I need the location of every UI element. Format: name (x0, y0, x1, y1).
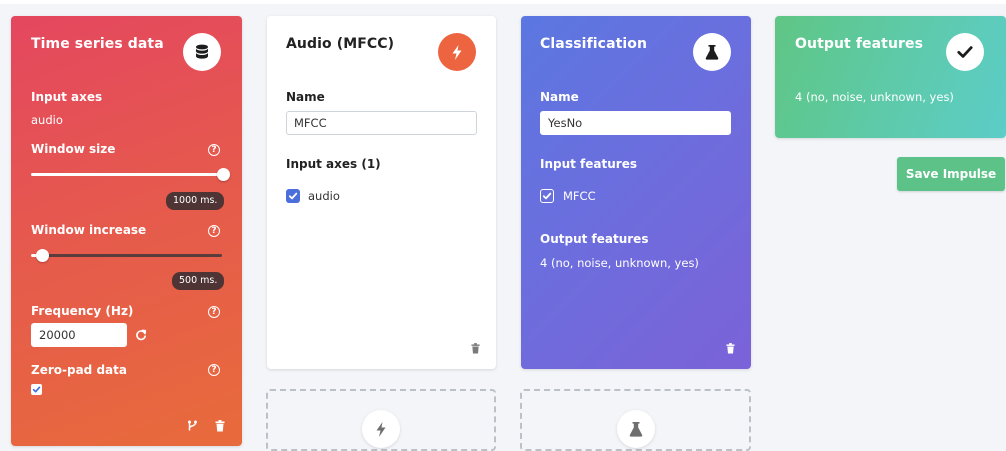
lightning-icon (376, 421, 386, 437)
trash-icon[interactable] (471, 343, 480, 354)
add-learning-block-placeholder[interactable] (520, 389, 751, 451)
input-axes-label: Input axes (31, 90, 103, 104)
add-processing-icon-circle[interactable] (362, 410, 400, 448)
database-icon (196, 44, 208, 59)
add-learning-icon-circle[interactable] (617, 410, 655, 448)
learning-output-features-label: Output features (540, 232, 649, 246)
lightning-icon (452, 44, 462, 60)
frequency-help-icon[interactable]: ? (208, 306, 220, 318)
learning-block-card: Classification Name YesNo Input features… (521, 16, 751, 369)
check-icon (32, 386, 41, 393)
processing-name-label: Name (286, 90, 325, 104)
mfcc-feature-checkbox[interactable] (540, 189, 554, 203)
check-icon-circle (946, 33, 984, 71)
trash-icon[interactable] (726, 343, 735, 354)
audio-axis-label: audio (308, 189, 340, 203)
frequency-label: Frequency (Hz) (31, 304, 134, 318)
fork-icon[interactable] (187, 420, 198, 432)
lightning-icon-circle (438, 33, 476, 71)
mfcc-feature-label: MFCC (563, 189, 596, 203)
add-processing-block-placeholder[interactable] (266, 389, 496, 451)
trash-icon[interactable] (215, 420, 225, 432)
window-size-label: Window size (31, 142, 116, 156)
window-size-slider-handle[interactable] (217, 168, 230, 181)
processing-title: Audio (MFCC) (286, 36, 395, 52)
window-increase-slider-handle[interactable] (36, 249, 49, 262)
database-icon-circle (183, 33, 221, 71)
time-series-card: Time series data Input axes audio Window… (11, 16, 242, 446)
output-features-card: Output features 4 (no, noise, unknown, y… (775, 16, 1006, 138)
window-increase-slider[interactable] (31, 254, 222, 257)
processing-name-input[interactable]: MFCC (286, 111, 477, 135)
time-series-title: Time series data (31, 36, 164, 52)
check-icon (957, 46, 973, 58)
zero-pad-help-icon[interactable]: ? (208, 364, 220, 376)
frequency-input[interactable]: 20000 (31, 323, 127, 347)
window-increase-label: Window increase (31, 223, 147, 237)
learning-output-features-value: 4 (no, noise, unknown, yes) (540, 256, 699, 270)
check-icon (288, 192, 298, 200)
window-size-help-icon[interactable]: ? (208, 144, 220, 156)
processing-block-card: Audio (MFCC) Name MFCC Input axes (1) au… (267, 16, 496, 369)
save-impulse-button[interactable]: Save Impulse (897, 157, 1005, 191)
learning-name-input[interactable]: YesNo (540, 111, 731, 135)
flask-icon-circle (693, 33, 731, 71)
window-size-slider[interactable] (31, 173, 222, 176)
flask-icon (705, 44, 719, 60)
window-increase-value-tooltip: 500 ms. (172, 272, 225, 290)
check-icon (542, 192, 552, 200)
window-size-value-tooltip: 1000 ms. (166, 192, 225, 210)
flask-icon (629, 421, 643, 437)
input-features-label: Input features (540, 157, 637, 171)
audio-axis-checkbox[interactable] (286, 189, 300, 203)
output-features-title: Output features (795, 36, 924, 52)
window-increase-help-icon[interactable]: ? (208, 225, 220, 237)
zero-pad-checkbox[interactable] (31, 384, 42, 395)
learning-title: Classification (540, 36, 648, 52)
processing-input-axes-label: Input axes (1) (286, 157, 381, 171)
zero-pad-label: Zero-pad data (31, 363, 127, 377)
output-features-value: 4 (no, noise, unknown, yes) (795, 90, 954, 104)
input-axes-value: audio (31, 113, 63, 127)
learning-name-label: Name (540, 90, 579, 104)
refresh-icon[interactable] (135, 329, 147, 341)
